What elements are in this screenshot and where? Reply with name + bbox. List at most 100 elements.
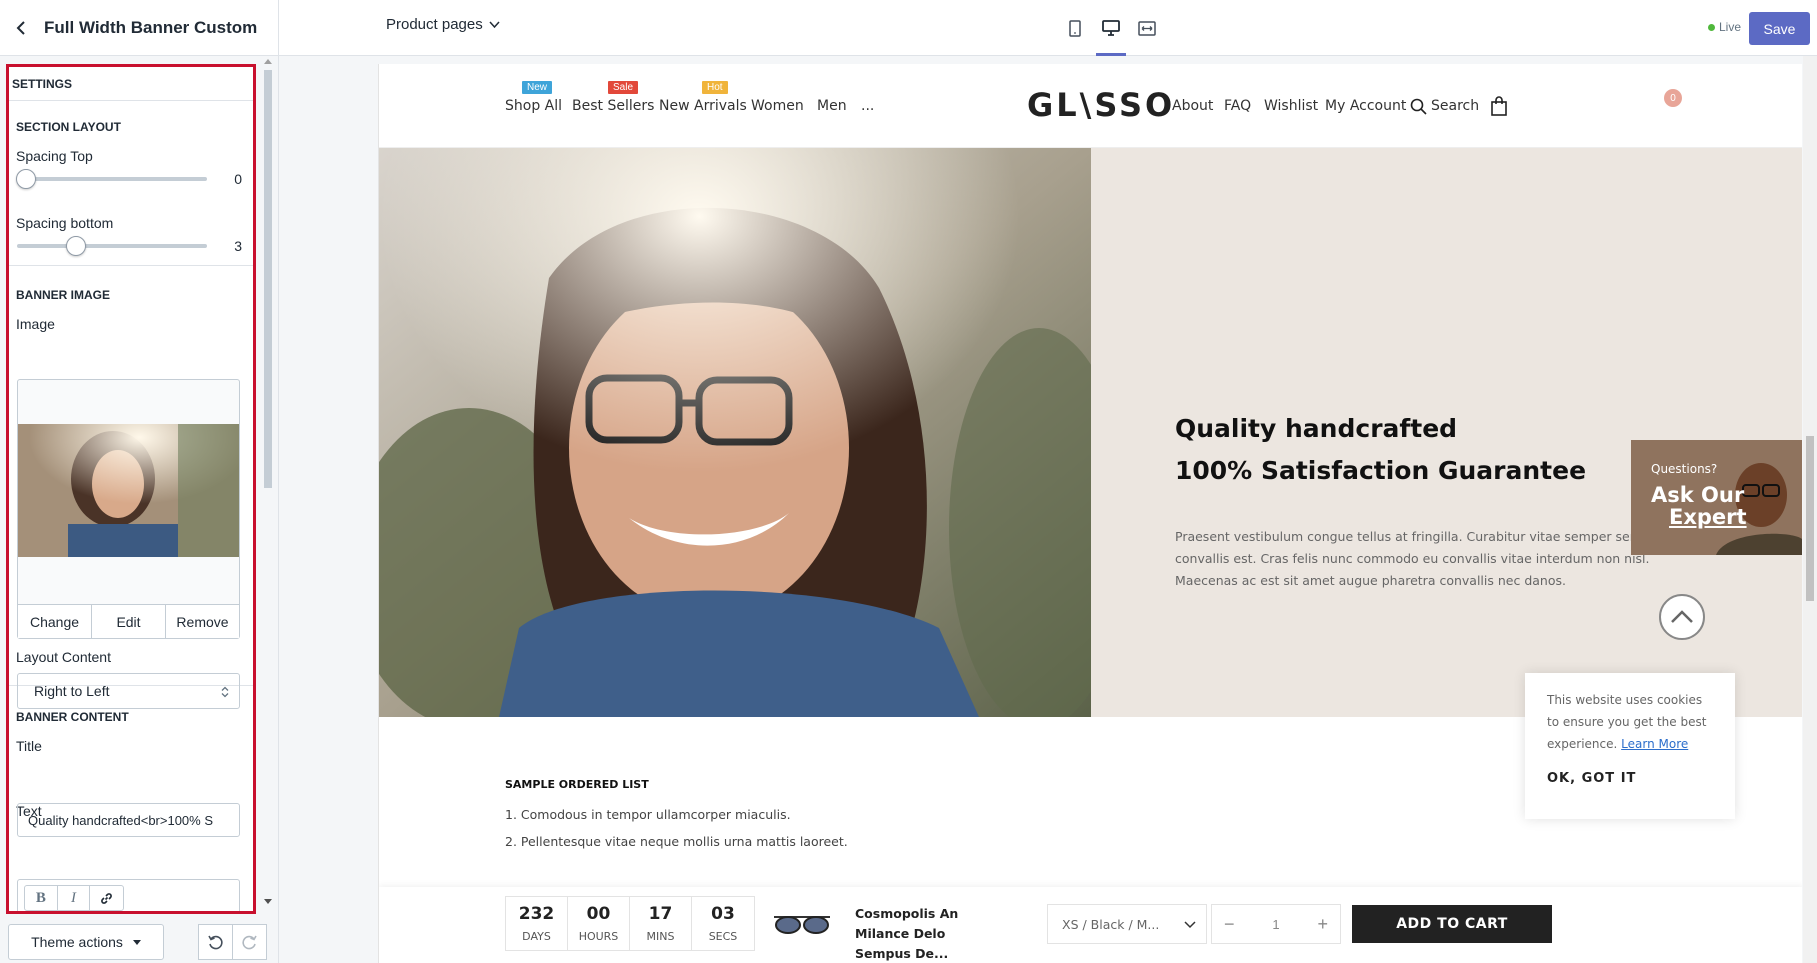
theme-actions-button[interactable]: Theme actions [8,924,164,960]
countdown-timer: 232 DAYS 00 HOURS 17 MINS 03 SECS [505,896,755,951]
settings-panel: SETTINGS SECTION LAYOUT Spacing Top 0 Sp… [6,64,256,914]
countdown-days-label: DAYS [522,930,551,943]
remove-image-button[interactable]: Remove [166,605,239,638]
change-image-button[interactable]: Change [18,605,92,638]
image-label: Image [16,316,55,332]
scroll-to-top-button[interactable] [1659,594,1705,640]
settings-header-section: SETTINGS [9,67,253,101]
store-logo[interactable]: GL\SSO [1027,86,1175,124]
top-bar: Full Width Banner Custom Product pages L… [0,0,1817,56]
countdown-secs-value: 03 [711,904,735,924]
variant-value: XS / Black / M... [1062,916,1160,932]
section-layout-header: SECTION LAYOUT [16,120,121,134]
nav-best-sellers[interactable]: Best Sellers [572,98,654,114]
preview-scroll-thumb[interactable] [1806,436,1814,601]
countdown-mins-label: MINS [646,930,675,943]
banner-title-line1: Quality handcrafted [1175,414,1458,443]
fullwidth-view-button[interactable] [1132,0,1162,56]
nav-my-account[interactable]: My Account [1325,98,1406,114]
back-icon[interactable] [2,0,40,56]
expert-title-line2: Expert [1669,505,1747,529]
preview-scrollbar[interactable] [1803,56,1817,963]
undo-icon [208,935,223,949]
title-input[interactable]: Quality handcrafted<br>100% S [17,803,240,837]
sample-list-section: SAMPLE ORDERED LIST 1. Comodous in tempo… [505,778,848,861]
page-selector[interactable]: Product pages [386,16,500,33]
sidebar-scrollbar[interactable] [262,56,274,910]
banner-text: Praesent vestibulum congue tellus at fri… [1175,529,1666,588]
nav-about[interactable]: About [1172,98,1213,114]
bold-button[interactable]: B [25,886,58,910]
nav-more[interactable]: ... [861,98,874,114]
nav-shop-all[interactable]: Shop All [505,98,562,114]
image-picker: Change Edit Remove [17,379,240,639]
spacing-top-track[interactable] [17,177,207,181]
chevron-down-icon [1184,921,1196,929]
spacing-bottom-thumb[interactable] [66,236,86,256]
spacing-bottom-value: 3 [234,238,242,254]
scroll-down-arrow-icon[interactable] [264,899,272,905]
banner-title: Quality handcrafted 100% Satisfaction Gu… [1175,408,1586,492]
cookie-banner: This website uses cookies to ensure you … [1525,673,1735,819]
title-label: Title [16,738,42,754]
nav-wishlist[interactable]: Wishlist [1264,98,1318,114]
countdown-mins-value: 17 [648,904,673,924]
cart-count-badge: 0 [1664,89,1682,107]
cart-icon[interactable] [1491,96,1507,116]
chevron-up-icon [1671,610,1693,623]
expert-question: Questions? [1651,462,1718,476]
quantity-stepper: − 1 + [1211,904,1341,944]
link-button[interactable] [90,886,123,910]
fullscreen-icon [1138,20,1156,36]
minus-icon[interactable]: − [1224,914,1235,935]
scroll-up-arrow-icon[interactable] [264,58,272,64]
redo-button[interactable] [232,924,267,960]
edit-image-button[interactable]: Edit [92,605,166,638]
learn-more-link[interactable]: Learn More [1621,737,1688,751]
expert-title-line1: Ask Our [1651,483,1745,507]
banner-title-line2: 100% Satisfaction Guarantee [1175,456,1587,485]
nav-new-arrivals[interactable]: New Arrivals [659,98,747,114]
nav-badge-hot: Hot [702,81,728,94]
mobile-view-button[interactable] [1060,0,1090,56]
desktop-view-button[interactable] [1096,0,1126,56]
store-header: New Shop All Sale Best Sellers New Arriv… [379,64,1802,148]
theme-actions-label: Theme actions [31,934,123,950]
spacing-top-thumb[interactable] [16,169,36,189]
chevron-down-icon [489,20,500,28]
search-icon[interactable] [1410,98,1427,115]
ask-expert-widget[interactable]: Questions? Ask Our Expert [1631,440,1802,555]
banner-content-header: BANNER CONTENT [16,710,129,724]
nav-badge-sale: Sale [608,81,639,94]
desktop-icon [1102,20,1120,36]
banner-image [379,148,1091,717]
section-layout: SECTION LAYOUT Spacing Top 0 Spacing bot… [9,101,253,266]
product-thumbnail [774,916,830,934]
spacing-top-value: 0 [234,171,242,187]
banner-image-header: BANNER IMAGE [16,288,111,302]
list-title: SAMPLE ORDERED LIST [505,778,649,791]
redo-icon [242,935,257,949]
nav-search[interactable]: Search [1431,98,1479,114]
layout-content-label: Layout Content [16,649,111,665]
nav-men[interactable]: Men [817,98,847,114]
panel-header: Full Width Banner Custom [0,0,279,56]
add-to-cart-button[interactable]: ADD TO CART [1352,905,1552,943]
product-name[interactable]: Cosmopolis An Milance Delo Sempus De... [855,904,1005,963]
live-dot [1708,23,1715,31]
save-button[interactable]: Save [1749,12,1810,45]
countdown-days-value: 232 [518,904,555,924]
undo-button[interactable] [198,924,233,960]
variant-select[interactable]: XS / Black / M... [1047,904,1207,944]
plus-icon[interactable]: + [1317,914,1328,935]
nav-faq[interactable]: FAQ [1224,98,1251,114]
cookie-accept-button[interactable]: OK, GOT IT [1547,771,1713,786]
nav-badge-new: New [522,81,553,94]
sidebar-scroll-thumb[interactable] [264,70,272,488]
nav-women[interactable]: Women [751,98,804,114]
spacing-bottom-track[interactable] [17,244,207,248]
live-status: Live [1708,20,1741,34]
quantity-value[interactable]: 1 [1272,917,1279,932]
italic-button[interactable]: I [58,886,91,910]
list-item: 1. Comodous in tempor ullamcorper miacul… [505,807,791,822]
